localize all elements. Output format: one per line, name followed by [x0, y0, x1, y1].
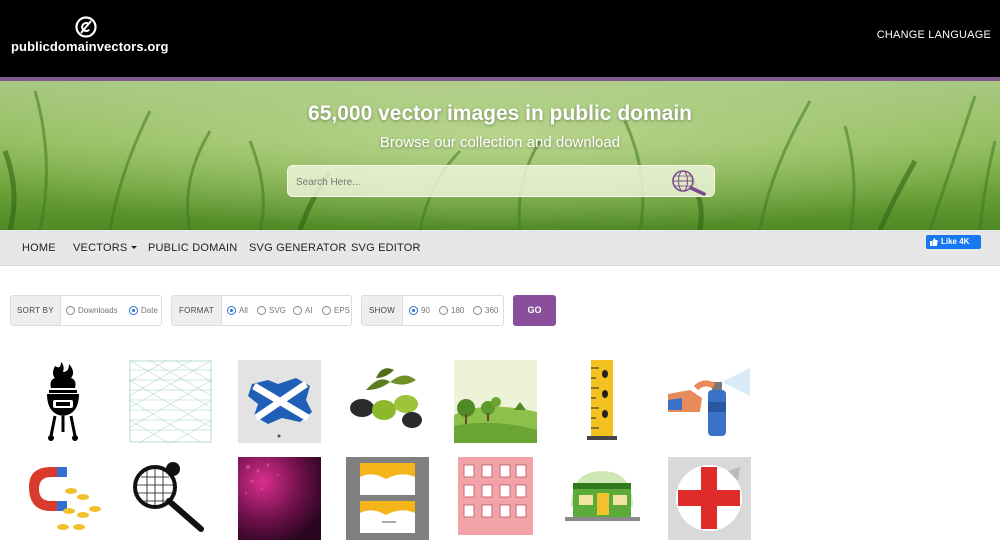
public-domain-logo-icon[interactable] [75, 16, 97, 38]
nav-home[interactable]: HOME [22, 242, 56, 254]
thumb-horseshoe-magnet[interactable] [21, 457, 104, 540]
nav-svg-generator[interactable]: SVG GENERATOR [249, 242, 347, 254]
thumb-scottish-flag[interactable] [238, 360, 321, 443]
change-language-link[interactable]: CHANGE LANGUAGE [877, 29, 991, 41]
nav-vectors-label: VECTORS [73, 242, 128, 254]
radio-dot [257, 306, 266, 315]
thumb-red-cross-sticker[interactable] [668, 457, 751, 540]
search-input[interactable] [296, 172, 656, 192]
olives-icon [346, 360, 429, 443]
magnet-icon [21, 457, 104, 540]
hero-subtitle: Browse our collection and download [379, 134, 621, 151]
business-card-icon [346, 457, 429, 540]
facebook-like-button[interactable]: Like 4K [926, 235, 981, 249]
abstract-background-icon [238, 457, 321, 540]
format-filter: FORMAT All SVG AI EPS [171, 295, 352, 326]
building-icon [454, 457, 537, 540]
red-cross-icon [668, 457, 751, 540]
top-header: publicdomainvectors.org CHANGE LANGUAGE [0, 0, 1000, 77]
thumb-olives[interactable] [346, 360, 429, 443]
thumbs-up-icon [930, 238, 938, 246]
radio-dot [322, 306, 331, 315]
sort-by-filter: SORT BY Downloads Date [10, 295, 162, 326]
radio-dot [129, 306, 138, 315]
thumb-green-landscape[interactable] [454, 360, 537, 443]
thumb-barbecue-grill[interactable] [21, 360, 104, 443]
nav-public-domain[interactable]: PUBLIC DOMAIN [148, 242, 237, 254]
show-label: SHOW [362, 296, 403, 325]
site-logo-text[interactable]: publicdomainvectors.org [11, 39, 169, 54]
thumb-measuring-tape[interactable] [561, 360, 644, 443]
radio-dot [473, 306, 482, 315]
hero-banner: 65,000 vector images in public domain Br… [0, 81, 1000, 230]
hero-title: 65,000 vector images in public domain [308, 102, 692, 125]
spray-can-icon [668, 360, 751, 443]
thumb-business-card[interactable] [346, 457, 429, 540]
radio-dot [66, 306, 75, 315]
thumb-spray-can[interactable] [668, 360, 751, 443]
search-box [287, 165, 715, 197]
main-navigation: HOME VECTORS PUBLIC DOMAIN SVG GENERATOR… [0, 230, 1000, 266]
go-button[interactable]: GO [513, 295, 556, 326]
tennis-racket-icon [129, 457, 212, 540]
scottish-flag-icon [238, 360, 321, 443]
landscape-icon [454, 360, 537, 443]
thumb-tennis-racket[interactable] [129, 457, 212, 540]
isometric-grid-icon [129, 360, 212, 443]
thumb-green-store[interactable] [561, 457, 644, 540]
nav-vectors-dropdown[interactable]: VECTORS [73, 242, 138, 254]
radio-dot [439, 306, 448, 315]
radio-dot [409, 306, 418, 315]
thumb-pink-abstract[interactable] [238, 457, 321, 540]
nav-svg-editor[interactable]: SVG EDITOR [351, 242, 421, 254]
measuring-tape-icon [561, 360, 644, 443]
store-icon [561, 457, 644, 540]
show-filter: SHOW 90 180 360 [361, 295, 504, 326]
radio-dot [293, 306, 302, 315]
sort-by-label: SORT BY [11, 296, 61, 325]
barbecue-grill-icon [47, 362, 79, 441]
radio-dot [227, 306, 236, 315]
format-label: FORMAT [172, 296, 222, 325]
thumb-pink-building[interactable] [454, 457, 537, 540]
caret-down-icon [131, 246, 138, 249]
like-count-label: Like 4K [941, 237, 970, 246]
thumb-isometric-grid[interactable] [129, 360, 212, 443]
globe-search-icon[interactable] [666, 168, 710, 196]
